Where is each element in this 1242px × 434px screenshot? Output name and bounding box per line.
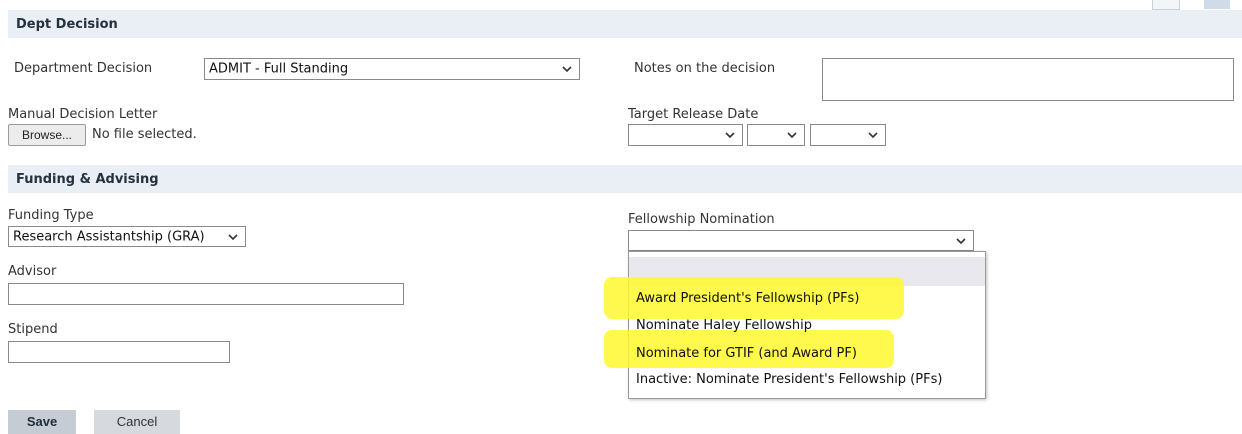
chevron-down-icon bbox=[725, 132, 735, 139]
save-button[interactable]: Save bbox=[8, 410, 76, 434]
manual-letter-label: Manual Decision Letter bbox=[8, 107, 158, 122]
dept-decision-title: Dept Decision bbox=[16, 17, 118, 32]
department-decision-label: Department Decision bbox=[14, 61, 153, 76]
chevron-down-icon bbox=[787, 132, 797, 139]
funding-type-select[interactable]: Research Assistantship (GRA) bbox=[8, 226, 246, 247]
department-decision-value: ADMIT - Full Standing bbox=[209, 61, 349, 77]
chevron-down-icon bbox=[868, 132, 878, 139]
funding-type-label: Funding Type bbox=[8, 208, 94, 223]
fellowship-option-inactive-pf[interactable]: Inactive: Nominate President's Fellowshi… bbox=[636, 372, 942, 387]
fellowship-option-award-pf[interactable]: Award President's Fellowship (PFs) bbox=[636, 291, 859, 306]
cancel-button[interactable]: Cancel bbox=[94, 410, 180, 434]
toolbar-fragment-left bbox=[1152, 0, 1180, 10]
fellowship-select[interactable] bbox=[628, 230, 974, 251]
fellowship-option-gtif[interactable]: Nominate for GTIF (and Award PF) bbox=[636, 346, 857, 361]
stipend-label: Stipend bbox=[8, 322, 58, 337]
notes-textarea[interactable] bbox=[822, 58, 1234, 101]
funding-type-value: Research Assistantship (GRA) bbox=[13, 229, 205, 244]
browse-button[interactable]: Browse... bbox=[8, 124, 86, 146]
release-month-select[interactable] bbox=[628, 124, 743, 146]
toolbar-fragment-right bbox=[1204, 0, 1230, 9]
notes-label: Notes on the decision bbox=[634, 61, 776, 76]
advisor-label: Advisor bbox=[8, 264, 57, 279]
department-decision-select[interactable]: ADMIT - Full Standing bbox=[204, 58, 580, 80]
funding-advising-title: Funding & Advising bbox=[16, 172, 159, 187]
chevron-down-icon bbox=[956, 237, 966, 244]
release-day-select[interactable] bbox=[747, 124, 805, 146]
target-release-label: Target Release Date bbox=[628, 107, 759, 122]
chevron-down-icon bbox=[562, 66, 572, 73]
fellowship-option-haley[interactable]: Nominate Haley Fellowship bbox=[636, 318, 812, 333]
chevron-down-icon bbox=[228, 233, 238, 240]
stipend-input[interactable] bbox=[8, 341, 230, 363]
funding-advising-header: Funding & Advising bbox=[8, 165, 1242, 193]
dept-decision-header: Dept Decision bbox=[8, 10, 1242, 38]
file-status: No file selected. bbox=[92, 127, 197, 142]
advisor-input[interactable] bbox=[8, 283, 404, 305]
release-year-select[interactable] bbox=[810, 124, 886, 146]
fellowship-label: Fellowship Nomination bbox=[628, 212, 775, 227]
